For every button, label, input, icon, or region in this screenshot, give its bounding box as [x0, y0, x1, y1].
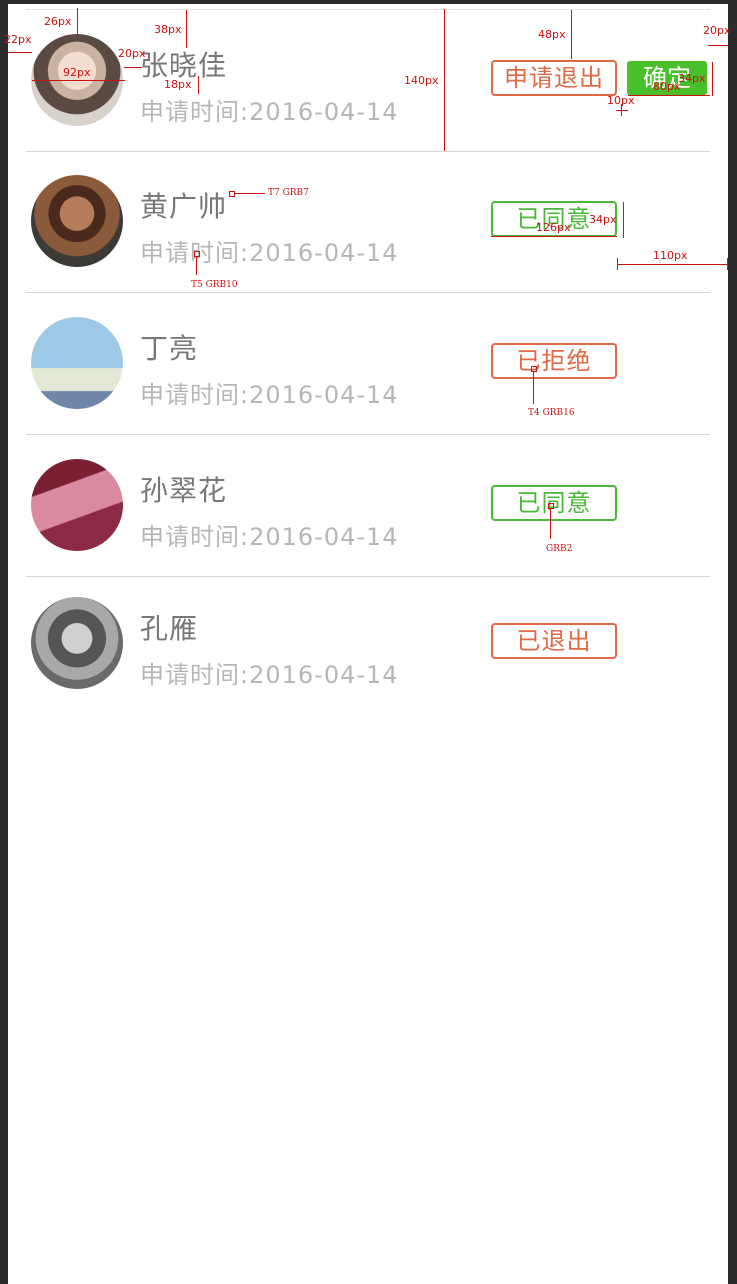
dimension-label: 20px — [118, 47, 146, 60]
dimension-label: 140px — [404, 74, 439, 87]
applicant-name: 黄广帅 — [140, 190, 228, 223]
dimension-label: 48px — [538, 28, 566, 41]
list-item: 张晓佳 申请时间:2016-04-14 申请退出 确定 — [26, 9, 710, 152]
status-rejected-badge: 已拒绝 — [491, 343, 617, 379]
avatar — [31, 317, 123, 409]
dimension-label: 18px — [164, 78, 192, 91]
dimension-label: 34px — [678, 72, 706, 85]
apply-time: 申请时间:2016-04-14 — [140, 98, 399, 126]
applicant-name: 丁亮 — [140, 332, 199, 365]
apply-time: 申请时间:2016-04-14 — [140, 239, 399, 267]
dimension-label: 34px — [589, 213, 617, 226]
dimension-label: 92px — [63, 66, 91, 79]
status-agreed-badge: 已同意 — [491, 485, 617, 521]
list-item: 孔雁 申请时间:2016-04-14 已退出 — [26, 577, 710, 718]
dimension-label: 10px — [607, 94, 635, 107]
apply-time: 申请时间:2016-04-14 — [140, 661, 399, 689]
dimension-label: 22px — [4, 33, 32, 46]
status-exited-badge: 已退出 — [491, 623, 617, 659]
dimension-label: 80px — [653, 80, 681, 93]
apply-time: 申请时间:2016-04-14 — [140, 523, 399, 551]
dimension-label: 38px — [154, 23, 182, 36]
dimension-label: 110px — [653, 249, 688, 262]
avatar — [31, 597, 123, 689]
dimension-label: 26px — [44, 15, 72, 28]
avatar — [31, 459, 123, 551]
applicant-name: 孙翠花 — [140, 474, 228, 507]
font-spec-label: T7 GRB7 — [268, 188, 309, 198]
apply-time: 申请时间:2016-04-14 — [140, 381, 399, 409]
font-spec-label: T5 GRB10 — [191, 280, 238, 290]
applicant-name: 孔雁 — [140, 612, 199, 645]
list-item: 丁亮 申请时间:2016-04-14 已拒绝 — [26, 293, 710, 435]
member-application-list: 张晓佳 申请时间:2016-04-14 申请退出 确定 黄广帅 申请时间:201… — [8, 4, 728, 1284]
request-exit-button[interactable]: 申请退出 — [491, 60, 617, 96]
list-item: 孙翠花 申请时间:2016-04-14 已同意 — [26, 435, 710, 577]
font-spec-label: T4 GRB16 — [528, 408, 575, 418]
avatar — [31, 175, 123, 267]
dimension-label: 20px — [703, 24, 731, 37]
dimension-label: 126px — [536, 221, 571, 234]
font-spec-label: GRB2 — [546, 544, 573, 554]
